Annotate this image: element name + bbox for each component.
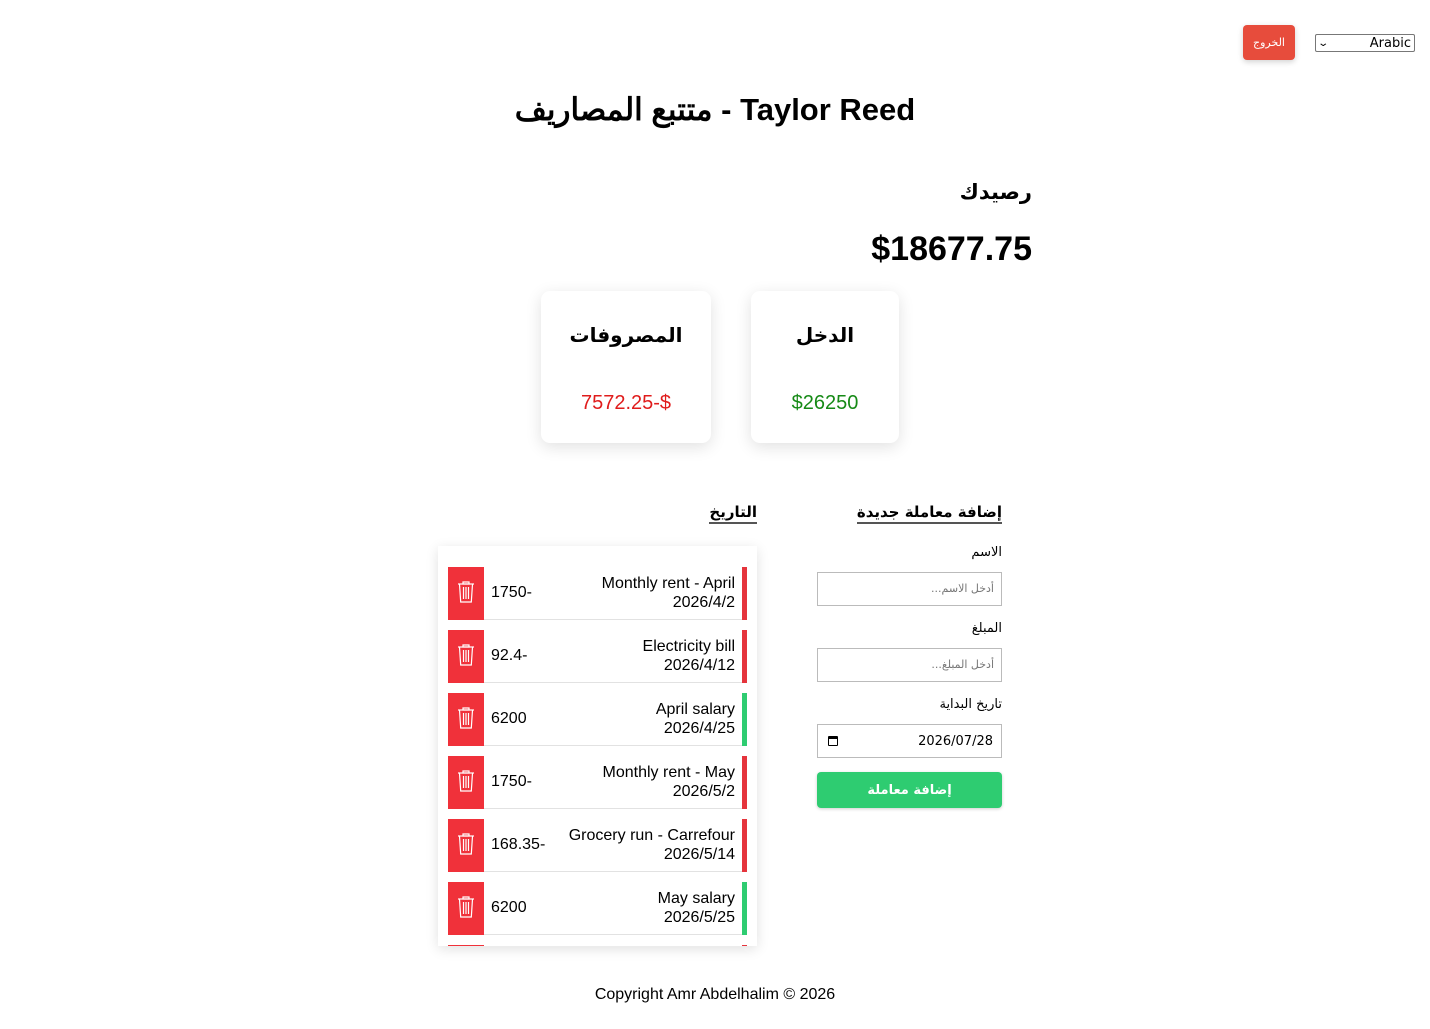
expenses-value: 7572.25-$ <box>580 392 672 414</box>
balance-value: $18677.75 <box>871 230 1032 268</box>
name-label: الاسم <box>971 545 1002 560</box>
transaction-type-bar <box>742 567 747 620</box>
add-transaction-form: الاسم أدخل الاسم... المبلغ أدخل المبلغ..… <box>817 545 1002 808</box>
page-title: Taylor Reed - متتبع المصاريف <box>514 92 916 127</box>
transaction-type-bar <box>742 945 747 946</box>
trash-icon <box>457 706 475 733</box>
trash-icon <box>457 769 475 796</box>
transaction-row: 6200 April salary 2026/4/25 <box>448 693 747 746</box>
transaction-row: 1750- Monthly rent - May 2026/5/2 <box>448 756 747 809</box>
transaction-date: 2026/4/25 <box>663 720 735 737</box>
income-card: الدخل $26250 <box>751 291 899 443</box>
delete-button[interactable] <box>448 630 484 683</box>
logout-button[interactable]: الخروج <box>1243 25 1295 60</box>
transaction-amount: 1750- <box>491 584 532 601</box>
transaction-name: May salary <box>657 890 735 907</box>
delete-button[interactable] <box>448 945 484 946</box>
trash-icon <box>457 643 475 670</box>
language-select-value: Arabic <box>1369 35 1411 51</box>
transaction-row: 92.4- Electricity bill 2026/4/12 <box>448 630 747 683</box>
transaction-row: 1750- Monthly rent - April 2026/4/2 <box>448 567 747 620</box>
language-select[interactable]: ⌄ Arabic <box>1315 34 1415 52</box>
transaction-date: 2026/5/2 <box>672 783 735 800</box>
transaction-row: 6200 May salary 2026/5/25 <box>448 882 747 935</box>
chevron-down-icon: ⌄ <box>1317 37 1330 49</box>
transaction-type-bar <box>742 630 747 683</box>
calendar-icon[interactable] <box>828 736 838 746</box>
date-value: 2026/07/28 <box>918 733 993 749</box>
transaction-type-bar <box>742 756 747 809</box>
transaction-amount: 168.35- <box>491 836 546 853</box>
delete-button[interactable] <box>448 819 484 872</box>
balance-label: رصيدك <box>959 180 1032 204</box>
top-bar: الخروج ⌄ Arabic <box>1243 25 1415 60</box>
trash-icon <box>457 895 475 922</box>
delete-button[interactable] <box>448 693 484 746</box>
transaction-name: Monthly rent - April <box>601 575 735 592</box>
transaction-date: 2026/5/14 <box>663 846 735 863</box>
date-input[interactable]: 2026/07/28 <box>817 724 1002 758</box>
history-heading: التاريخ <box>709 503 757 524</box>
income-value: $26250 <box>791 392 859 414</box>
add-transaction-heading: إضافة معاملة جديدة <box>856 503 1002 524</box>
transaction-amount: 92.4- <box>491 647 528 664</box>
transaction-type-bar <box>742 882 747 935</box>
delete-button[interactable] <box>448 882 484 935</box>
amount-label: المبلغ <box>971 621 1002 636</box>
transaction-type-bar <box>742 693 747 746</box>
transaction-amount: 6200 <box>491 899 527 916</box>
transaction-name: Monthly rent - May <box>602 764 735 781</box>
trash-icon <box>457 832 475 859</box>
footer: Copyright Amr Abdelhalim © 2026 <box>594 986 836 1003</box>
trash-icon <box>457 580 475 607</box>
expenses-title: المصروفات <box>569 323 683 347</box>
add-transaction-button[interactable]: إضافة معاملة <box>817 772 1002 808</box>
transaction-amount: 6200 <box>491 710 527 727</box>
transaction-amount: 1750- <box>491 773 532 790</box>
date-label: تاريخ البداية <box>939 697 1002 712</box>
transaction-type-bar <box>742 819 747 872</box>
transaction-date: 2026/4/2 <box>672 594 735 611</box>
transaction-name: April salary <box>655 701 735 718</box>
transaction-date: 2026/4/12 <box>663 657 735 674</box>
expenses-card: المصروفات 7572.25-$ <box>541 291 711 443</box>
transaction-name: Grocery run - Carrefour <box>568 827 735 844</box>
transaction-row-partial <box>448 945 747 946</box>
transaction-list[interactable]: 1750- Monthly rent - April 2026/4/2 92.4- El… <box>438 546 757 946</box>
delete-button[interactable] <box>448 756 484 809</box>
transaction-name: Electricity bill <box>642 638 735 655</box>
transaction-row: 168.35- Grocery run - Carrefour 2026/5/14 <box>448 819 747 872</box>
amount-input[interactable]: أدخل المبلغ... <box>817 648 1002 682</box>
name-input[interactable]: أدخل الاسم... <box>817 572 1002 606</box>
transaction-date: 2026/5/25 <box>663 909 735 926</box>
income-title: الدخل <box>795 323 855 347</box>
delete-button[interactable] <box>448 567 484 620</box>
